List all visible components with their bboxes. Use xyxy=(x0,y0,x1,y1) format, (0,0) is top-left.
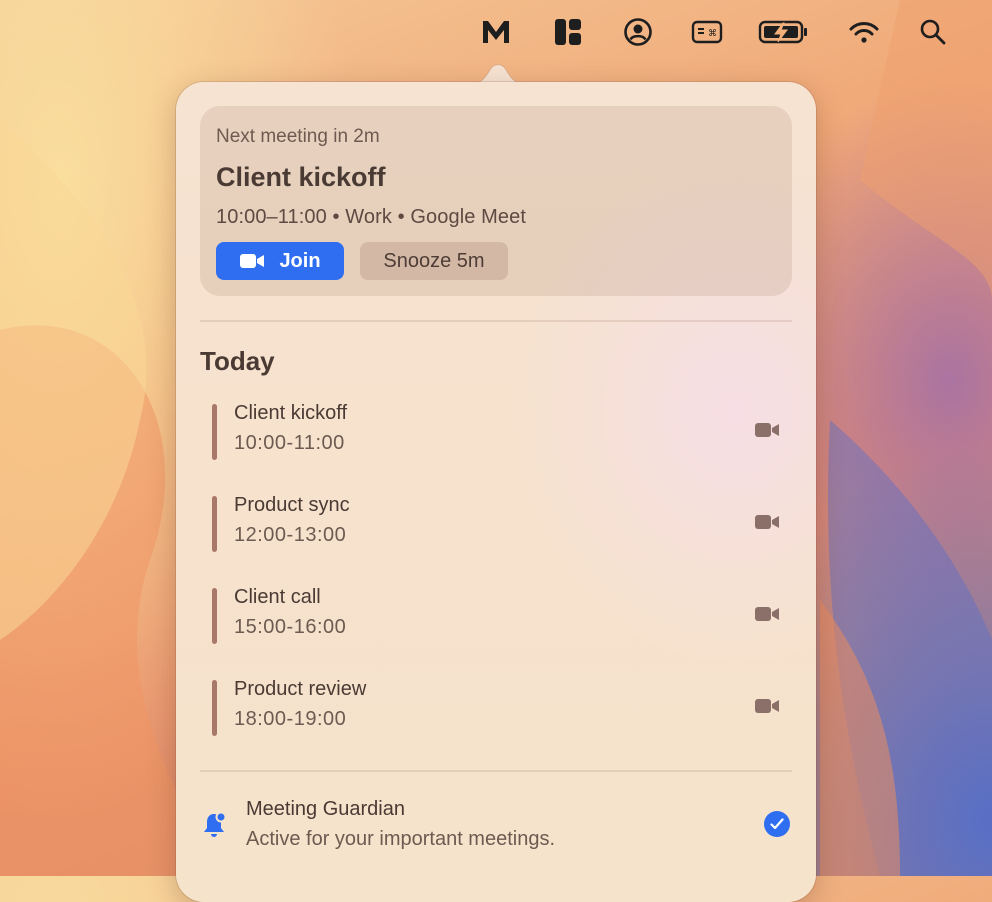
event-color-bar xyxy=(212,496,217,552)
event-color-bar xyxy=(212,680,217,736)
event-item[interactable]: Product review 18:00-19:00 xyxy=(200,676,792,752)
next-meeting-details: 10:00–11:00 • Work • Google Meet xyxy=(216,206,526,228)
event-title: Client kickoff xyxy=(234,402,348,424)
wifi-icon[interactable] xyxy=(846,14,882,50)
next-meeting-card: Next meeting in 2m Client kickoff 10:00–… xyxy=(200,106,792,296)
event-time: 12:00-13:00 xyxy=(234,524,347,546)
search-icon[interactable] xyxy=(916,14,950,50)
divider xyxy=(200,770,792,772)
video-camera-icon[interactable] xyxy=(754,604,780,624)
popover-arrow xyxy=(470,64,526,84)
join-button[interactable]: Join xyxy=(216,242,344,280)
join-button-label: Join xyxy=(279,249,321,272)
event-color-bar xyxy=(212,404,217,460)
video-camera-icon[interactable] xyxy=(754,420,780,440)
event-time: 18:00-19:00 xyxy=(234,708,347,730)
snooze-button-label: Snooze 5m xyxy=(383,249,485,272)
battery-charging-icon[interactable] xyxy=(756,14,812,50)
keyboard-shortcut-icon[interactable]: ⌘ xyxy=(688,14,726,50)
event-item[interactable]: Client kickoff 10:00-11:00 xyxy=(200,400,792,476)
event-item[interactable]: Client call 15:00-16:00 xyxy=(200,584,792,660)
bell-icon xyxy=(204,811,227,837)
event-time: 10:00-11:00 xyxy=(234,432,345,454)
guardian-title: Meeting Guardian xyxy=(246,798,405,820)
layout-grid-icon[interactable] xyxy=(550,14,586,50)
svg-text:⌘: ⌘ xyxy=(708,29,717,39)
user-circle-icon[interactable] xyxy=(620,14,656,50)
divider xyxy=(200,320,792,322)
next-meeting-countdown: Next meeting in 2m xyxy=(216,126,380,147)
video-camera-icon[interactable] xyxy=(754,512,780,532)
guardian-toggle-checkbox[interactable] xyxy=(764,811,790,837)
video-camera-icon xyxy=(240,254,265,268)
meetings-popover: Next meeting in 2m Client kickoff 10:00–… xyxy=(176,82,816,902)
checkmark-icon xyxy=(770,818,784,830)
today-heading: Today xyxy=(200,346,275,376)
event-color-bar xyxy=(212,588,217,644)
event-title: Product sync xyxy=(234,494,350,516)
video-camera-icon[interactable] xyxy=(754,696,780,716)
event-time: 15:00-16:00 xyxy=(234,616,347,638)
guardian-subtitle: Active for your important meetings. xyxy=(246,828,556,850)
event-item[interactable]: Product sync 12:00-13:00 xyxy=(200,492,792,568)
event-title: Product review xyxy=(234,678,367,700)
meet-app-m-icon[interactable] xyxy=(478,14,514,50)
menu-bar: ⌘ xyxy=(0,0,992,64)
next-meeting-title: Client kickoff xyxy=(216,162,386,192)
event-title: Client call xyxy=(234,586,321,608)
meeting-guardian-row: Meeting Guardian Active for your importa… xyxy=(200,794,792,854)
snooze-button[interactable]: Snooze 5m xyxy=(360,242,508,280)
